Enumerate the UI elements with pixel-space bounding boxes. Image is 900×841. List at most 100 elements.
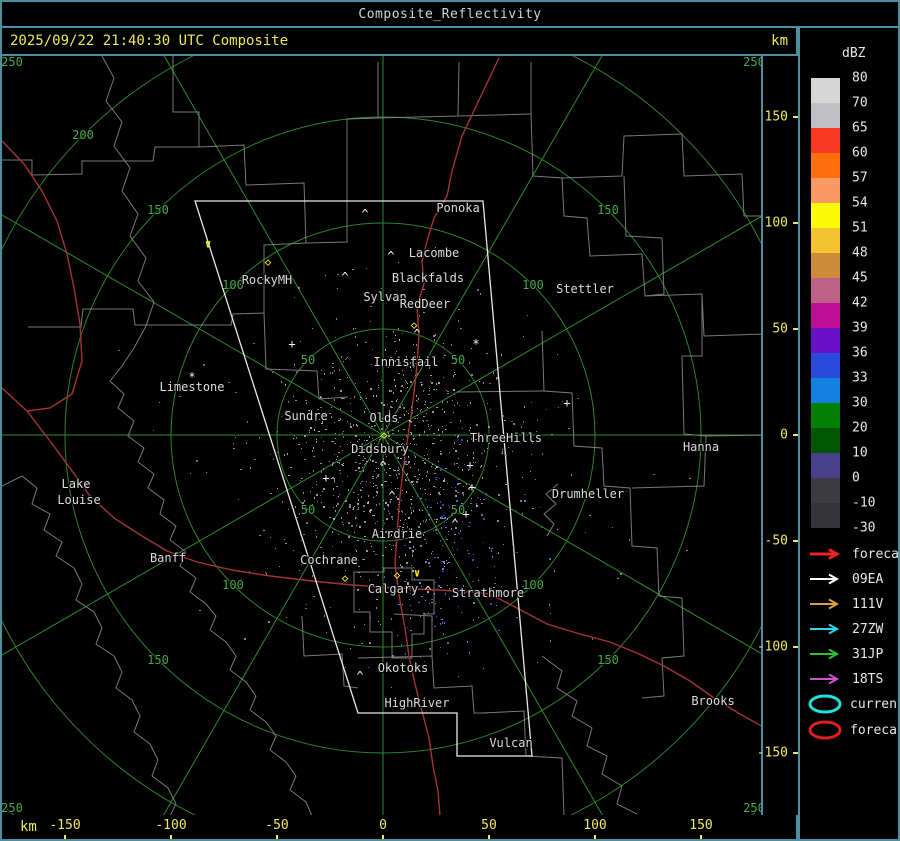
motion-arrowhead-icon: ∨ (413, 566, 421, 580)
x-axis-tick-label: 50 (481, 818, 497, 833)
range-ring-distance-label: 250 (743, 56, 763, 69)
storm-cell-diamond-icon: ◇ (380, 428, 388, 442)
county-boundary (198, 62, 379, 244)
caret-marker-icon: ^ (379, 459, 387, 473)
legend-track-row: 27ZW (808, 621, 883, 637)
city-label-lake: Lake (61, 477, 91, 491)
dbz-scale-value-label: 0 (852, 470, 860, 486)
y-axis-tick-label: -100 (756, 639, 788, 655)
city-label-calgary: Calgary (367, 582, 419, 596)
county-boundary (109, 380, 313, 815)
dbz-scale-value-label: 48 (852, 245, 868, 261)
y-axis-tick-label: 50 (772, 321, 788, 337)
range-ring-distance-label: 100 (522, 578, 544, 592)
dbz-scale-color-box (811, 353, 840, 378)
asterisk-marker-icon: * (188, 370, 196, 384)
legend-track-label: 18TS (852, 671, 884, 687)
range-ring-distance-label: 250 (743, 801, 763, 815)
county-boundary (101, 56, 155, 382)
title-bar: Composite_Reflectivity (2, 2, 898, 28)
city-label-sundre: Sundre (284, 409, 328, 423)
x-axis-unit-label: km (20, 819, 37, 835)
x-axis-tick-label: 150 (689, 818, 713, 833)
info-bar: 2025/09/22 21:40:30 UTC Composite km (2, 28, 798, 56)
legend-track-label: 09EA (852, 571, 884, 587)
county-boundary (682, 294, 703, 357)
city-label-louise: Louise (57, 493, 101, 507)
city-label-lacombe: Lacombe (408, 246, 460, 260)
dbz-scale-color-box (811, 153, 840, 178)
caret-marker-icon: ^ (361, 207, 369, 221)
dbz-scale-value-label: 10 (852, 445, 868, 461)
track-arrow-icon (810, 548, 841, 560)
city-label-stettler: Stettler (556, 282, 614, 296)
track-arrow-icon (810, 623, 840, 635)
x-axis-tick-label: -150 (49, 818, 81, 833)
county-boundary (561, 133, 761, 217)
range-ring-distance-label: 150 (147, 203, 169, 217)
range-ring-distance-label: 100 (222, 578, 244, 592)
city-label-vulcan: Vulcan (489, 736, 533, 750)
x-axis-tick-mark (488, 835, 490, 839)
legend-ellipse-row: forecast (806, 719, 898, 741)
radar-map-viewport[interactable]: 50 50 50 50 100 100 100 100 150 150 150 150 200 250 25… (2, 56, 763, 815)
dbz-scale-color-box (811, 253, 840, 278)
track-arrow-icon (810, 648, 840, 660)
dbz-scale-value-label: 42 (852, 295, 868, 311)
plus-marker-icon: + (322, 471, 330, 485)
x-axis-tick-label: -100 (155, 818, 187, 833)
city-label-strathmore: Strathmore (451, 586, 525, 600)
radial-line (163, 434, 384, 815)
plus-marker-icon: + (288, 337, 296, 351)
city-label-ponoka: Ponoka (436, 201, 480, 215)
legend-track-row: 31JP (808, 646, 883, 662)
dbz-scale-value-label: 65 (852, 120, 868, 136)
plus-marker-icon: + (462, 507, 470, 521)
dbz-scale-value-label: 60 (852, 145, 868, 161)
dbz-scale-value-label: 51 (852, 220, 868, 236)
radial-line (382, 434, 761, 654)
range-ring-distance-label: 50 (450, 353, 466, 367)
current-ellipse-icon (808, 694, 842, 714)
x-axis-tick-label: 0 (379, 818, 387, 833)
dbz-scale-value-label: 45 (852, 270, 868, 286)
legend-title: dBZ (842, 46, 866, 61)
plus-marker-icon: + (468, 480, 476, 494)
track-arrow-icon (810, 573, 840, 585)
range-ring-distance-label: 150 (597, 653, 619, 667)
city-label-blackfalds: Blackfalds (391, 271, 465, 285)
city-label-hanna: Hanna (682, 440, 720, 454)
caret-marker-icon: ^ (341, 270, 349, 284)
dbz-scale-color-box (811, 203, 840, 228)
county-boundary (2, 475, 177, 815)
dbz-scale-color-box (811, 503, 840, 528)
dbz-scale-color-box (811, 303, 840, 328)
city-label-okotoks: Okotoks (377, 661, 429, 675)
dbz-scale-color-box (811, 378, 840, 403)
x-axis-tick-label: 100 (583, 818, 607, 833)
forecast-ellipse-icon (808, 720, 842, 740)
storm-cell-diamond-icon: ◇ (341, 571, 349, 585)
county-boundary (393, 613, 433, 656)
dbz-scale-color-box (811, 78, 840, 103)
asterisk-marker-icon: * (472, 337, 480, 351)
window-title: Composite_Reflectivity (358, 6, 542, 22)
county-boundary (172, 56, 200, 147)
dbz-scale-value-label: 39 (852, 320, 868, 336)
caret-marker-icon: ^ (388, 489, 396, 503)
y-axis-tick-label: -150 (756, 745, 788, 761)
legend-track-label: 27ZW (852, 621, 884, 637)
y-axis-tick-label: -50 (764, 533, 788, 549)
highway-line (2, 140, 83, 412)
caret-marker-icon: ^ (356, 669, 364, 683)
y-axis-unit-label: km (771, 33, 788, 49)
x-axis-tick-mark (64, 835, 66, 839)
legend-track-row: forecast (808, 546, 898, 562)
dbz-scale-value-label: -10 (852, 495, 876, 511)
track-arrow-icon (810, 598, 840, 610)
dbz-scale-color-box (811, 103, 840, 128)
city-label-rockymh: RockyMH (241, 273, 293, 287)
dbz-scale-color-box (811, 453, 840, 478)
caret-marker-icon: ^ (424, 584, 432, 598)
radar-application-window: Composite_Reflectivity 2025/09/22 21:40:… (0, 0, 900, 841)
